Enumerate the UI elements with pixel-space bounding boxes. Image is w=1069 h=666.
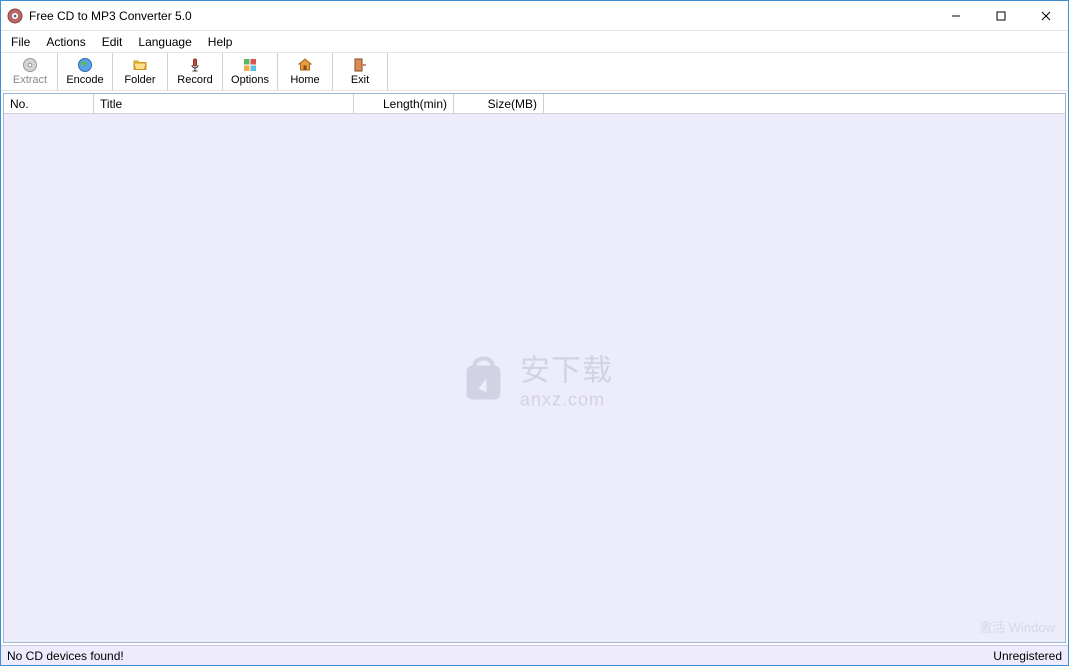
menu-bar: File Actions Edit Language Help xyxy=(1,31,1068,53)
record-button[interactable]: Record xyxy=(168,53,223,90)
home-icon xyxy=(297,57,313,73)
column-title[interactable]: Title xyxy=(94,94,354,113)
watermark: 安下载 anxz.com xyxy=(456,346,613,411)
options-icon xyxy=(242,57,258,73)
folder-label: Folder xyxy=(124,74,155,86)
window-controls xyxy=(933,1,1068,30)
app-icon xyxy=(7,8,23,24)
watermark-text-top: 安下载 xyxy=(520,346,613,390)
window-title: Free CD to MP3 Converter 5.0 xyxy=(29,9,192,23)
column-size[interactable]: Size(MB) xyxy=(454,94,544,113)
status-message: No CD devices found! xyxy=(7,649,993,663)
minimize-button[interactable] xyxy=(933,1,978,30)
status-bar: No CD devices found! Unregistered xyxy=(1,645,1068,665)
bag-icon xyxy=(456,351,510,405)
extract-button: Extract xyxy=(3,53,58,90)
exit-button[interactable]: Exit xyxy=(333,53,388,90)
extract-label: Extract xyxy=(13,74,47,86)
maximize-button[interactable] xyxy=(978,1,1023,30)
activation-ghost-text: 激活 Window xyxy=(979,617,1055,636)
list-header: No. Title Length(min) Size(MB) xyxy=(4,94,1065,114)
menu-help[interactable]: Help xyxy=(200,33,241,51)
disc-icon xyxy=(22,57,38,73)
main-area: No. Title Length(min) Size(MB) 安下载 anxz.… xyxy=(1,91,1068,645)
encode-label: Encode xyxy=(66,74,103,86)
home-label: Home xyxy=(290,74,319,86)
record-label: Record xyxy=(177,74,212,86)
menu-actions[interactable]: Actions xyxy=(38,33,93,51)
encode-button[interactable]: Encode xyxy=(58,53,113,90)
options-label: Options xyxy=(231,74,269,86)
registration-status: Unregistered xyxy=(993,649,1062,663)
menu-edit[interactable]: Edit xyxy=(94,33,131,51)
menu-language[interactable]: Language xyxy=(130,33,199,51)
title-bar: Free CD to MP3 Converter 5.0 xyxy=(1,1,1068,31)
folder-button[interactable]: Folder xyxy=(113,53,168,90)
close-button[interactable] xyxy=(1023,1,1068,30)
microphone-icon xyxy=(187,57,203,73)
menu-file[interactable]: File xyxy=(3,33,38,51)
globe-icon xyxy=(77,57,93,73)
exit-label: Exit xyxy=(351,74,369,86)
toolbar: Extract Encode Folder Record Options Hom… xyxy=(1,53,1068,91)
home-button[interactable]: Home xyxy=(278,53,333,90)
track-list[interactable]: No. Title Length(min) Size(MB) 安下载 anxz.… xyxy=(3,93,1066,643)
options-button[interactable]: Options xyxy=(223,53,278,90)
watermark-text-bottom: anxz.com xyxy=(520,390,613,411)
folder-icon xyxy=(132,57,148,73)
column-length[interactable]: Length(min) xyxy=(354,94,454,113)
exit-icon xyxy=(352,57,368,73)
column-no[interactable]: No. xyxy=(4,94,94,113)
list-body: 安下载 anxz.com 激活 Window xyxy=(4,114,1065,642)
